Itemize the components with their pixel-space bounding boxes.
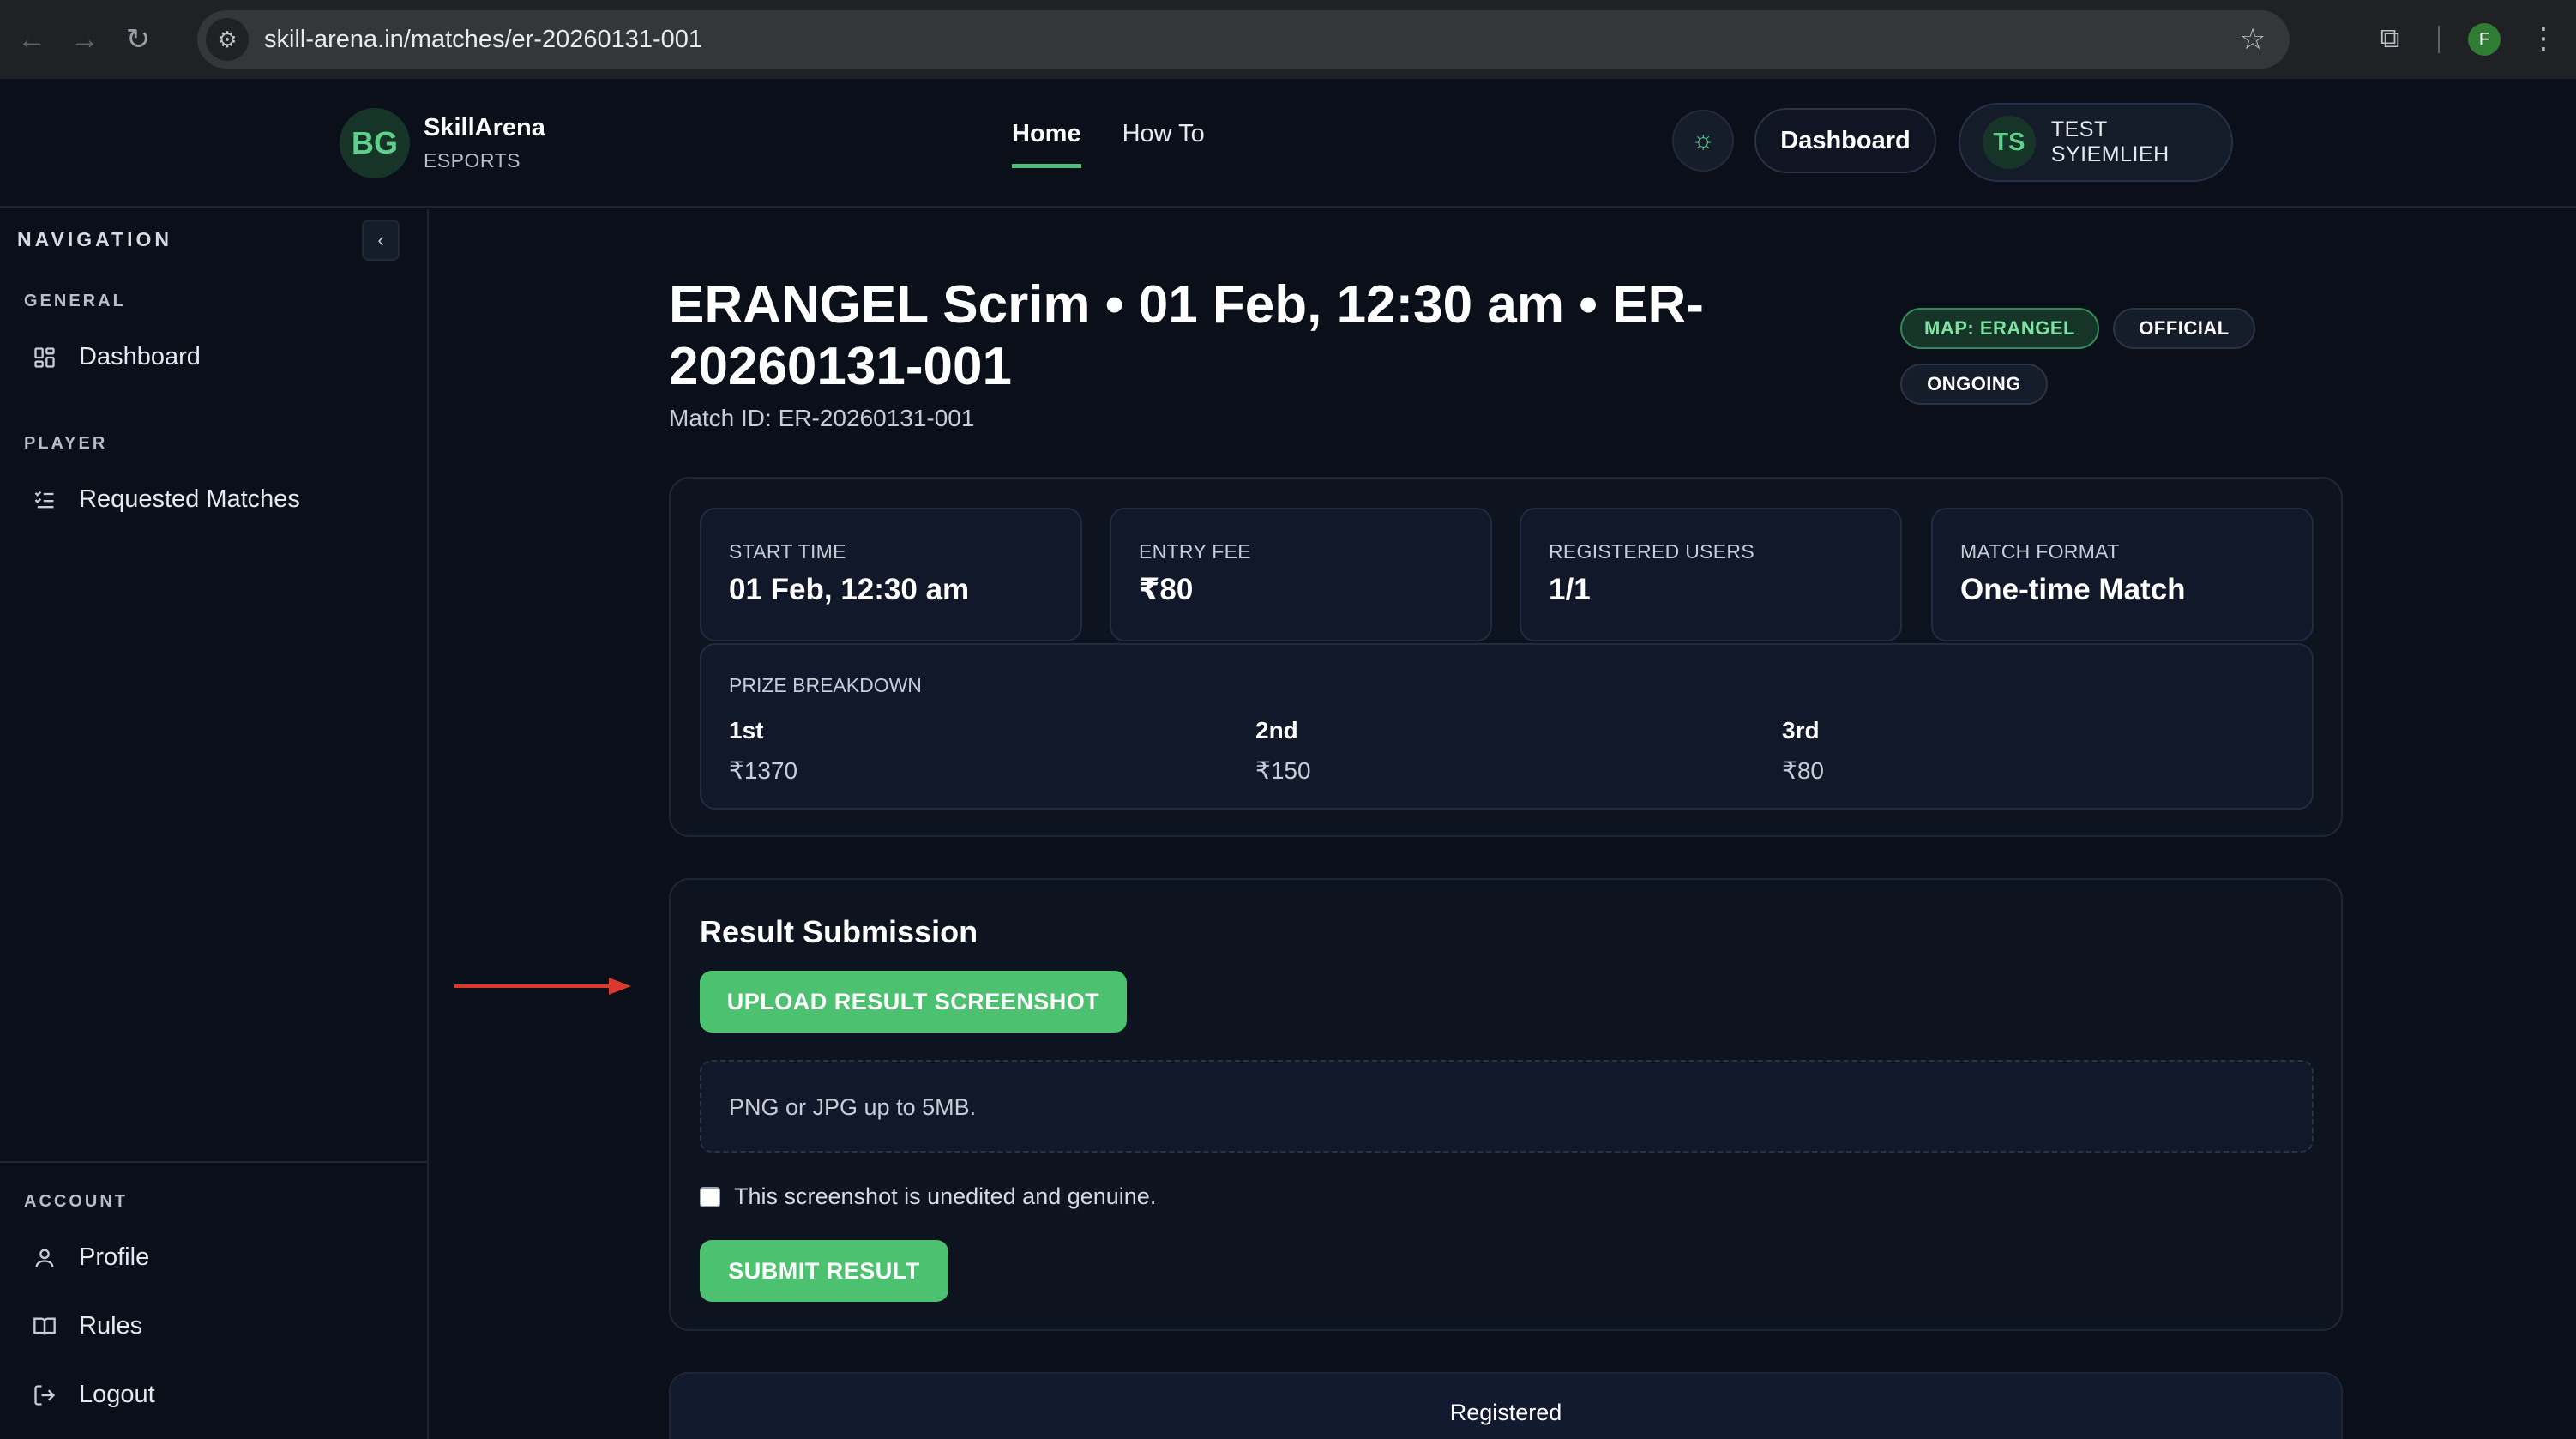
registered-section: Registered xyxy=(669,1372,2343,1439)
brand-subtitle: ESPORTS xyxy=(424,149,521,172)
brand[interactable]: BG SkillArena ESPORTS xyxy=(340,108,545,178)
sidebar-collapse-button[interactable]: ‹ xyxy=(362,220,400,261)
registered-users-card: REGISTERED USERS 1/1 xyxy=(1520,508,1902,641)
prize-breakdown-card: PRIZE BREAKDOWN 1st ₹1370 2nd ₹150 3rd ₹… xyxy=(700,643,2314,810)
entry-fee-card: ENTRY FEE ₹80 xyxy=(1110,508,1492,641)
prize-place: 1st xyxy=(729,717,764,744)
logout-icon xyxy=(31,1382,58,1409)
official-badge: OFFICIAL xyxy=(2113,308,2255,349)
avatar: TS xyxy=(1983,116,2036,169)
map-badge: MAP: ERANGEL xyxy=(1900,308,2099,349)
result-submission-panel: Result Submission UPLOAD RESULT SCREENSH… xyxy=(669,878,2343,1331)
theme-toggle-sun-icon[interactable]: ☼ xyxy=(1672,110,1734,172)
stat-value: 1/1 xyxy=(1549,573,1591,606)
sidebar-item-dashboard[interactable]: Dashboard xyxy=(31,343,201,371)
stat-label: START TIME xyxy=(729,540,846,563)
sidebar-item-requested-matches[interactable]: Requested Matches xyxy=(31,485,300,514)
result-heading: Result Submission xyxy=(700,914,978,949)
registered-heading: Registered xyxy=(1449,1400,1562,1425)
annotation-arrow-icon xyxy=(454,978,631,995)
section-player: PLAYER xyxy=(24,434,108,453)
user-menu[interactable]: TS TEST SYIEMLIEH xyxy=(1959,103,2233,182)
browser-profile-avatar[interactable]: F xyxy=(2468,23,2501,56)
book-icon xyxy=(31,1313,58,1340)
checklist-icon xyxy=(31,486,58,514)
dashboard-grid-icon xyxy=(31,344,58,371)
sidebar-item-label: Logout xyxy=(79,1381,155,1408)
reload-icon[interactable]: ↻ xyxy=(117,18,159,61)
stat-label: MATCH FORMAT xyxy=(1960,540,2120,563)
nav-how-to-link[interactable]: How To xyxy=(1122,120,1205,168)
genuine-checkbox-label[interactable]: This screenshot is unedited and genuine. xyxy=(734,1183,1156,1210)
extensions-icon[interactable]: ⧉ xyxy=(2368,17,2411,60)
browser-menu-icon[interactable]: ⋮ xyxy=(2526,17,2561,60)
match-id: Match ID: ER-20260131-001 xyxy=(669,405,975,431)
match-format-card: MATCH FORMAT One-time Match xyxy=(1931,508,2314,641)
page-title: ERANGEL Scrim • 01 Feb, 12:30 am • ER-20… xyxy=(669,275,1704,396)
forward-icon[interactable]: → xyxy=(63,18,106,61)
genuine-confirmation[interactable]: This screenshot is unedited and genuine. xyxy=(700,1183,1156,1210)
status-badge: ONGOING xyxy=(1900,364,2048,405)
file-drop-zone[interactable]: PNG or JPG up to 5MB. xyxy=(700,1060,2314,1153)
stat-value: ₹80 xyxy=(1139,573,1194,606)
file-hint: PNG or JPG up to 5MB. xyxy=(729,1094,977,1120)
genuine-checkbox[interactable] xyxy=(700,1186,720,1207)
dashboard-button[interactable]: Dashboard xyxy=(1754,108,1936,173)
prize-place: 3rd xyxy=(1782,717,1820,744)
sidebar-title: NAVIGATION xyxy=(17,228,172,250)
site-settings-icon[interactable]: ⚙ xyxy=(206,18,249,61)
sidebar-item-label: Requested Matches xyxy=(79,485,300,513)
bookmark-star-icon[interactable]: ☆ xyxy=(2231,18,2274,61)
toolbar-divider xyxy=(2438,26,2440,53)
sidebar-item-label: Profile xyxy=(79,1243,150,1271)
brand-name: SkillArena xyxy=(424,114,545,141)
stat-label: ENTRY FEE xyxy=(1139,540,1251,563)
sidebar-item-logout[interactable]: Logout xyxy=(31,1381,155,1409)
section-account: ACCOUNT xyxy=(24,1192,128,1211)
submit-result-button[interactable]: SUBMIT RESULT xyxy=(700,1240,948,1302)
prize-amount: ₹1370 xyxy=(729,757,798,784)
url-text[interactable]: skill-arena.in/matches/er-20260131-001 xyxy=(264,26,702,54)
prize-first: 1st ₹1370 xyxy=(729,717,797,785)
app-header: BG SkillArena ESPORTS Home How To ☼ Dash… xyxy=(0,79,2576,208)
prize-label: PRIZE BREAKDOWN xyxy=(729,674,922,696)
prize-second: 2nd ₹150 xyxy=(1255,717,1311,785)
start-time-card: START TIME 01 Feb, 12:30 am xyxy=(700,508,1082,641)
prize-third: 3rd ₹80 xyxy=(1782,717,1824,785)
user-icon xyxy=(31,1244,58,1272)
sidebar-item-rules[interactable]: Rules xyxy=(31,1312,142,1340)
sidebar-item-profile[interactable]: Profile xyxy=(31,1243,149,1272)
upload-screenshot-button[interactable]: UPLOAD RESULT SCREENSHOT xyxy=(700,971,1127,1033)
stat-value: 01 Feb, 12:30 am xyxy=(729,573,970,606)
sidebar-divider xyxy=(0,1161,429,1163)
sidebar-item-label: Rules xyxy=(79,1312,143,1340)
top-nav: Home How To xyxy=(1012,120,1246,168)
prize-amount: ₹80 xyxy=(1782,757,1824,784)
prize-place: 2nd xyxy=(1255,717,1298,744)
sidebar: NAVIGATION ‹ GENERAL Dashboard PLAYER Re… xyxy=(0,209,429,1439)
user-name: TEST SYIEMLIEH xyxy=(2050,117,2170,166)
stat-label: REGISTERED USERS xyxy=(1549,540,1754,563)
brand-logo: BG xyxy=(340,108,410,178)
nav-home-link[interactable]: Home xyxy=(1012,120,1081,168)
sidebar-item-label: Dashboard xyxy=(79,343,201,370)
stat-value: One-time Match xyxy=(1960,573,2186,606)
browser-toolbar: ← → ↻ ⚙ skill-arena.in/matches/er-202601… xyxy=(0,0,2576,79)
section-general: GENERAL xyxy=(24,292,126,310)
prize-amount: ₹150 xyxy=(1255,757,1311,784)
address-bar[interactable]: ⚙ skill-arena.in/matches/er-20260131-001… xyxy=(197,10,2290,69)
back-icon[interactable]: ← xyxy=(10,18,53,61)
match-info-panel: START TIME 01 Feb, 12:30 am ENTRY FEE ₹8… xyxy=(669,477,2343,837)
